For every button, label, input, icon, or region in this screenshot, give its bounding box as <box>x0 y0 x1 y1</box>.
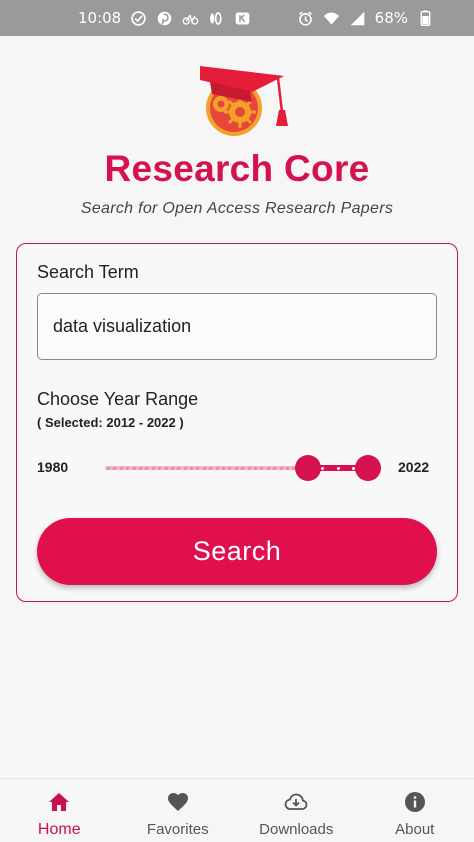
slider-active-tick <box>336 466 340 470</box>
pinterest-icon <box>156 10 173 27</box>
slider-tick <box>126 466 130 470</box>
slider-tick <box>158 466 162 470</box>
slider-tick <box>113 466 117 470</box>
slider-tick <box>145 466 149 470</box>
info-icon <box>401 789 429 815</box>
app-icon <box>208 10 225 27</box>
cloud-download-icon <box>282 789 310 815</box>
slider-thumb-start[interactable] <box>295 455 322 481</box>
slider-tick <box>196 466 200 470</box>
nav-label-favorites: Favorites <box>146 821 209 838</box>
check-circle-icon <box>130 10 147 27</box>
heart-icon <box>164 789 192 815</box>
slider-tick <box>234 466 238 470</box>
slider-tick <box>190 466 194 470</box>
slider-tick <box>151 466 155 470</box>
app-subtitle: Search for Open Access Research Papers <box>80 200 394 217</box>
battery-icon <box>417 9 434 27</box>
slider-thumb-end[interactable] <box>355 455 381 481</box>
nav-label-about: About <box>395 821 435 838</box>
slider-tick <box>132 466 136 470</box>
nav-item-about[interactable]: About <box>356 779 474 842</box>
search-button[interactable]: Search <box>37 518 437 585</box>
search-input[interactable] <box>37 293 437 360</box>
slider-tick <box>253 466 257 470</box>
nav-item-home[interactable]: Home <box>0 779 119 842</box>
nav-label-home: Home <box>37 821 81 838</box>
slider-tick <box>209 466 213 470</box>
wifi-icon <box>323 10 340 27</box>
home-icon <box>45 789 73 815</box>
search-form-card: Search Term Choose Year Range ( Selected… <box>16 243 458 602</box>
year-range-slider[interactable] <box>105 455 381 481</box>
range-max-label: 2022 <box>398 459 430 475</box>
alarm-icon <box>297 10 314 27</box>
app-logo <box>186 58 298 138</box>
slider-tick <box>266 466 270 470</box>
graduation-cap-gears-logo <box>200 66 288 136</box>
slider-tick <box>228 466 232 470</box>
slider-tick <box>177 466 181 470</box>
slider-tick <box>273 466 277 470</box>
slider-tick <box>215 466 219 470</box>
status-bar: 10:08 68% <box>0 0 474 36</box>
slider-tick <box>241 466 245 470</box>
year-range-label: Choose Year Range <box>37 389 199 409</box>
bottom-navigation: Home Favorites Downloads About <box>0 778 474 842</box>
slider-tick <box>202 466 206 470</box>
slider-tick <box>222 466 226 470</box>
slider-active-tick <box>321 466 325 470</box>
slider-tick <box>107 466 110 470</box>
app-title: Research Core <box>104 148 370 189</box>
status-time: 10:08 <box>78 9 122 27</box>
nav-item-favorites[interactable]: Favorites <box>119 779 238 842</box>
year-range-selected-text: ( Selected: 2012 - 2022 ) <box>37 415 184 430</box>
search-term-label: Search Term <box>37 262 139 282</box>
slider-tick <box>285 466 289 470</box>
status-right: 68% <box>297 9 434 27</box>
signal-icon <box>349 10 366 27</box>
battery-percent: 68% <box>374 9 408 27</box>
slider-tick <box>138 466 142 470</box>
slider-tick <box>260 466 264 470</box>
bicycle-icon <box>182 10 199 27</box>
nav-label-downloads: Downloads <box>259 821 334 838</box>
nav-item-downloads[interactable]: Downloads <box>237 779 356 842</box>
slider-tick <box>279 466 283 470</box>
k-icon <box>234 10 251 27</box>
slider-tick <box>119 466 123 470</box>
range-min-label: 1980 <box>37 459 69 475</box>
status-left: 10:08 <box>78 9 251 27</box>
slider-tick <box>183 466 187 470</box>
slider-tick <box>164 466 168 470</box>
slider-tick <box>170 466 174 470</box>
slider-tick <box>247 466 251 470</box>
